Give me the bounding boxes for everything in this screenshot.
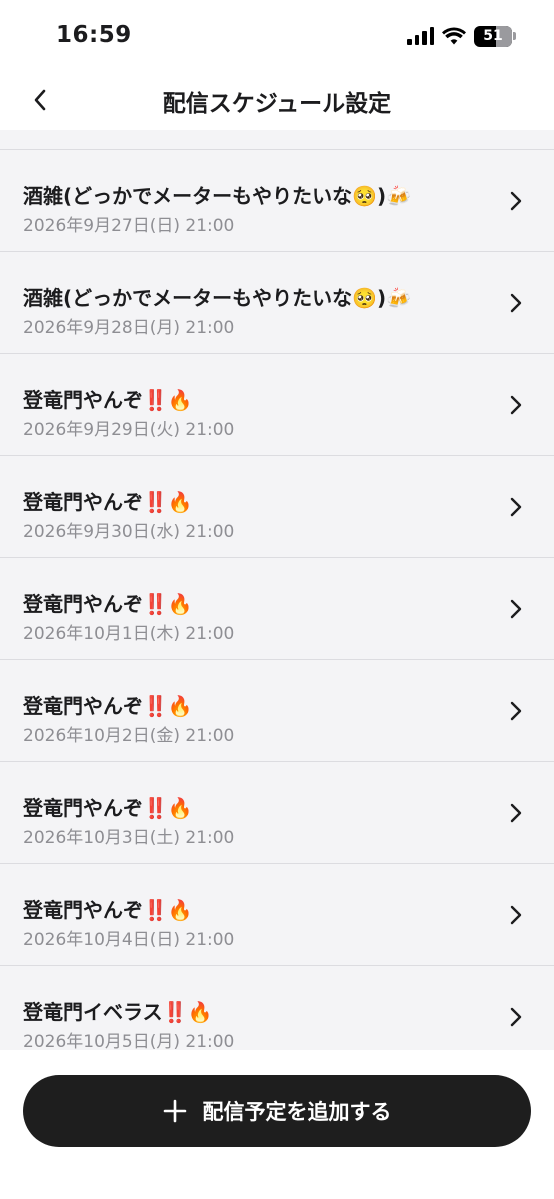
- plus-icon: [163, 1099, 186, 1123]
- schedule-item-date: 2026年10月1日(木) 21:00: [23, 624, 235, 644]
- schedule-item[interactable]: 酒雑(どっかでメーターもやりたいな🥺)🍻 2026年9月28日(月) 21:00: [0, 252, 554, 354]
- chevron-right-icon: [510, 395, 522, 415]
- schedule-item-date: 2026年9月28日(月) 21:00: [23, 318, 235, 338]
- schedule-item[interactable]: 登竜門やんぞ‼️🔥 2026年9月30日(水) 21:00: [0, 456, 554, 558]
- schedule-item-title: 登竜門やんぞ‼️🔥: [23, 592, 193, 616]
- schedule-item-date: 2026年10月4日(日) 21:00: [23, 930, 235, 950]
- chevron-right-icon: [510, 905, 522, 925]
- status-time: 16:59: [56, 22, 132, 48]
- schedule-item-title: 登竜門やんぞ‼️🔥: [23, 490, 193, 514]
- schedule-item[interactable]: 登竜門イベラス‼️🔥 2026年10月5日(月) 21:00: [0, 966, 554, 1050]
- schedule-item-title: 登竜門やんぞ‼️🔥: [23, 388, 193, 412]
- schedule-item-date: 2026年9月27日(日) 21:00: [23, 216, 235, 236]
- add-schedule-button[interactable]: 配信予定を追加する: [23, 1075, 531, 1147]
- schedule-item-date: 2026年10月5日(月) 21:00: [23, 1032, 235, 1050]
- status-bar: 16:59 51: [0, 0, 554, 70]
- page-title: 配信スケジュール設定: [162, 91, 392, 117]
- schedule-item[interactable]: 登竜門やんぞ‼️🔥 2026年10月2日(金) 21:00: [0, 660, 554, 762]
- chevron-right-icon: [510, 803, 522, 823]
- schedule-item[interactable]: 登竜門やんぞ‼️🔥 2026年10月3日(土) 21:00: [0, 762, 554, 864]
- battery-level: 51: [483, 28, 503, 44]
- schedule-item-title: 登竜門やんぞ‼️🔥: [23, 898, 193, 922]
- chevron-right-icon: [510, 599, 522, 619]
- schedule-item-date: 2026年9月30日(水) 21:00: [23, 522, 235, 542]
- schedule-list[interactable]: 酒雑(どっかでメーターもやりたいな🥺)🍻 2026年9月27日(日) 21:00…: [0, 130, 554, 1050]
- schedule-item-date: 2026年10月3日(土) 21:00: [23, 828, 235, 848]
- wifi-icon: [442, 27, 466, 45]
- nav-bar: 配信スケジュール設定: [0, 70, 554, 130]
- schedule-item-title: 登竜門イベラス‼️🔥: [23, 1000, 213, 1024]
- status-icons: 51: [407, 25, 516, 47]
- chevron-right-icon: [510, 497, 522, 517]
- add-schedule-label: 配信予定を追加する: [202, 1100, 392, 1124]
- cellular-signal-icon: [407, 27, 434, 45]
- schedule-item[interactable]: 登竜門やんぞ‼️🔥 2026年10月4日(日) 21:00: [0, 864, 554, 966]
- chevron-right-icon: [510, 293, 522, 313]
- bottom-action-area: 配信予定を追加する: [0, 1050, 554, 1199]
- schedule-item[interactable]: 酒雑(どっかでメーターもやりたいな🥺)🍻 2026年9月27日(日) 21:00: [0, 150, 554, 252]
- battery-icon: 51: [474, 25, 512, 47]
- schedule-item[interactable]: 登竜門やんぞ‼️🔥 2026年10月1日(木) 21:00: [0, 558, 554, 660]
- partial-list-item: [0, 130, 554, 150]
- chevron-right-icon: [510, 191, 522, 211]
- schedule-item-date: 2026年10月2日(金) 21:00: [23, 726, 235, 746]
- schedule-item-date: 2026年9月29日(火) 21:00: [23, 420, 235, 440]
- chevron-right-icon: [510, 701, 522, 721]
- schedule-item[interactable]: 登竜門やんぞ‼️🔥 2026年9月29日(火) 21:00: [0, 354, 554, 456]
- schedule-item-title: 酒雑(どっかでメーターもやりたいな🥺)🍻: [23, 286, 412, 310]
- schedule-item-title: 酒雑(どっかでメーターもやりたいな🥺)🍻: [23, 184, 412, 208]
- schedule-item-title: 登竜門やんぞ‼️🔥: [23, 694, 193, 718]
- schedule-item-title: 登竜門やんぞ‼️🔥: [23, 796, 193, 820]
- chevron-right-icon: [510, 1007, 522, 1027]
